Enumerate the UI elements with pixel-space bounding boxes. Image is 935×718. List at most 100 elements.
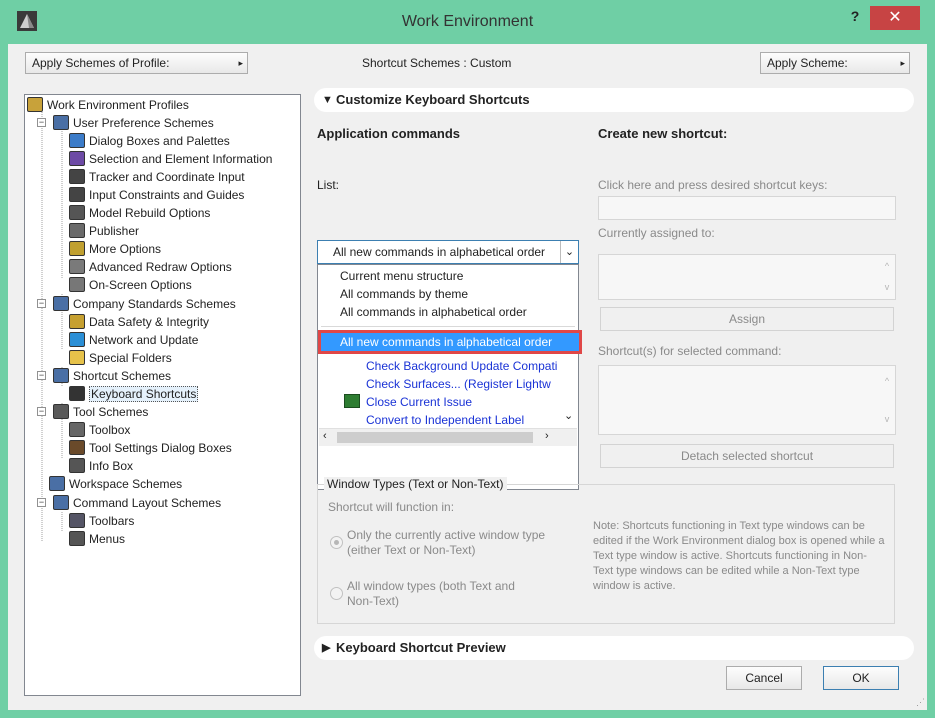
scroll-up-icon[interactable]: ^	[882, 255, 892, 277]
tree-collapse-toggle[interactable]: −	[37, 371, 46, 380]
tree-node[interactable]: Dialog Boxes and Palettes	[69, 131, 230, 149]
apply-scheme-button[interactable]: Apply Scheme: ▸	[760, 52, 910, 74]
currently-assigned-box: ^ v	[598, 254, 896, 300]
scrollbar-thumb[interactable]	[337, 432, 533, 443]
scroll-down-icon[interactable]: v	[882, 276, 892, 298]
tree-node[interactable]: Input Constraints and Guides	[69, 185, 244, 203]
tree-node-label: User Preference Schemes	[73, 115, 214, 130]
tree-node[interactable]: Special Folders	[69, 348, 172, 366]
currently-assigned-label: Currently assigned to:	[598, 226, 715, 240]
profiles-tree[interactable]: Work Environment Profiles − User Preferenc…	[24, 94, 301, 696]
tree-node[interactable]: Tool Settings Dialog Boxes	[69, 438, 232, 456]
tree-node-label: Publisher	[89, 223, 140, 238]
scroll-right-icon[interactable]: ›	[545, 430, 549, 442]
chevron-down-icon[interactable]: ⌄	[560, 241, 578, 263]
tree-node[interactable]: Advanced Redraw Options	[69, 257, 232, 275]
radio-all-window-types[interactable]	[330, 587, 343, 600]
tree-node[interactable]: Shortcut Schemes	[53, 366, 171, 384]
help-button[interactable]: ?	[842, 8, 868, 30]
tree-node[interactable]: Publisher	[69, 221, 139, 239]
shortcut-schemes-status: Shortcut Schemes : Custom	[362, 56, 512, 70]
tree-node-label: Selection and Element Information	[89, 151, 273, 166]
tree-node[interactable]: Info Box	[69, 456, 133, 474]
tree-node-label: Tool Settings Dialog Boxes	[89, 440, 232, 455]
tree-node[interactable]: Model Rebuild Options	[69, 203, 210, 221]
radio-active-window-type[interactable]	[330, 536, 343, 549]
command-layout-icon	[53, 495, 69, 511]
tree-node[interactable]: Toolbars	[69, 511, 134, 529]
tree-node-label: Command Layout Schemes	[73, 495, 222, 510]
toolbars-icon	[69, 513, 85, 529]
dropdown-option-by-theme[interactable]: All commands by theme	[318, 285, 578, 303]
workspace-icon	[49, 476, 65, 492]
command-item[interactable]: Close Current Issue	[366, 393, 472, 411]
tree-node[interactable]: Company Standards Schemes	[53, 294, 236, 312]
scroll-down-icon[interactable]: v	[882, 408, 892, 430]
ok-button[interactable]: OK	[823, 666, 899, 690]
tree-node-label: Dialog Boxes and Palettes	[89, 133, 230, 148]
application-commands-label: Application commands	[317, 126, 461, 141]
customize-header[interactable]: ▼ Customize Keyboard Shortcuts	[314, 88, 914, 112]
tree-node[interactable]: On-Screen Options	[69, 275, 192, 293]
expanded-triangle-icon: ▼	[322, 94, 333, 106]
title-bar[interactable]: Work Environment ? ✕	[0, 0, 935, 44]
dropdown-option-current-menu[interactable]: Current menu structure	[318, 267, 578, 285]
tree-collapse-toggle[interactable]: −	[37, 118, 46, 127]
list-mode-combo[interactable]: All new commands in alphabetical order ⌄	[317, 240, 579, 264]
tree-node[interactable]: Network and Update	[69, 330, 198, 348]
tree-node[interactable]: More Options	[69, 239, 161, 257]
create-new-shortcut-label: Create new shortcut:	[598, 126, 728, 141]
options-icon	[69, 241, 85, 257]
tree-node[interactable]: Menus	[69, 529, 125, 547]
tree-node[interactable]: Data Safety & Integrity	[69, 312, 209, 330]
command-list[interactable]: Check Background Update Compati Check Su…	[326, 357, 566, 427]
list-label: List:	[317, 178, 340, 192]
tree-node[interactable]: Toolbox	[69, 420, 130, 438]
command-item[interactable]: Convert to Independent Label	[366, 411, 524, 427]
assign-button[interactable]: Assign	[600, 307, 894, 331]
tree-node[interactable]: Tool Schemes	[53, 402, 148, 420]
detach-shortcut-button[interactable]: Detach selected shortcut	[600, 444, 894, 468]
scroll-down-icon[interactable]: ⌄	[564, 409, 573, 422]
selection-icon	[69, 151, 85, 167]
shortcut-key-input[interactable]	[598, 196, 896, 220]
horizontal-scrollbar[interactable]: ‹ ›	[319, 428, 577, 446]
resize-grip-icon[interactable]: ⋰	[916, 697, 925, 708]
cancel-button[interactable]: Cancel	[726, 666, 802, 690]
list-mode-dropdown[interactable]: Current menu structure All commands by t…	[317, 264, 582, 490]
tree-node[interactable]: Workspace Schemes	[49, 474, 182, 492]
tree-node-label: Keyboard Shortcuts	[89, 385, 199, 402]
apply-profile-button[interactable]: Apply Schemes of Profile: ▸	[25, 52, 248, 74]
command-item[interactable]: Check Background Update Compati	[366, 357, 557, 375]
tree-collapse-toggle[interactable]: −	[37, 498, 46, 507]
rebuild-icon	[69, 205, 85, 221]
publisher-icon	[69, 223, 85, 239]
tree-node[interactable]: Work Environment Profiles	[27, 95, 189, 113]
close-button[interactable]: ✕	[870, 6, 920, 30]
tree-collapse-toggle[interactable]: −	[37, 299, 46, 308]
dropdown-option-alphabetical[interactable]: All commands in alphabetical order	[318, 303, 578, 321]
radio-active-window-line1: Only the currently active window type	[347, 528, 546, 542]
tree-node[interactable]: Keyboard Shortcuts	[69, 384, 199, 402]
scroll-left-icon[interactable]: ‹	[323, 430, 327, 442]
command-item[interactable]: Check Surfaces... (Register Lightw	[366, 375, 551, 393]
apply-profile-label: Apply Schemes of Profile:	[32, 56, 170, 70]
tree-node[interactable]: Command Layout Schemes	[53, 493, 221, 511]
tree-node-label: Info Box	[89, 458, 134, 473]
tree-collapse-toggle[interactable]: −	[37, 407, 46, 416]
scroll-up-icon[interactable]: ^	[882, 370, 892, 392]
redraw-icon	[69, 259, 85, 275]
window-types-note: Note: Shortcuts functioning in Text type…	[593, 520, 885, 592]
tree-node-label: Menus	[89, 531, 126, 546]
profiles-icon	[27, 97, 43, 113]
tree-node-label: On-Screen Options	[89, 277, 192, 292]
shortcuts-list[interactable]: ^ v	[598, 365, 896, 435]
tree-node[interactable]: Selection and Element Information	[69, 149, 272, 167]
tree-node-label: Special Folders	[89, 350, 172, 365]
tree-node[interactable]: User Preference Schemes	[53, 113, 214, 131]
tree-node-label: Input Constraints and Guides	[89, 187, 245, 202]
infobox-icon	[69, 458, 85, 474]
dropdown-option-new-alphabetical[interactable]: All new commands in alphabetical order	[318, 330, 582, 354]
tree-node[interactable]: Tracker and Coordinate Input	[69, 167, 245, 185]
preview-header[interactable]: ▶ Keyboard Shortcut Preview	[314, 636, 914, 660]
